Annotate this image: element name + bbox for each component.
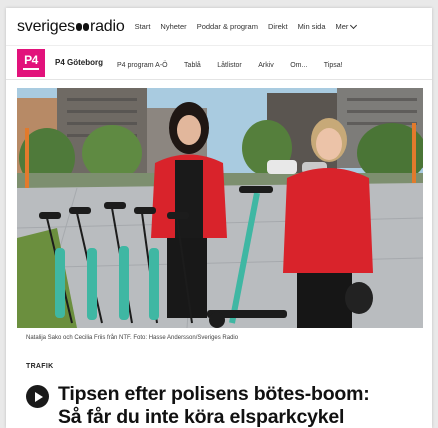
nav-more-label: Mer xyxy=(335,22,349,31)
p4-badge-line xyxy=(23,68,39,70)
channel-bar: P4 P4 Göteborg P4 program A-Ö Tablå Låtl… xyxy=(6,46,432,80)
article-headline: Tipsen efter polisens bötes-boom: Så får… xyxy=(58,383,370,428)
channel-nav-tabla[interactable]: Tablå xyxy=(184,62,201,69)
channel-nav: P4 program A-Ö Tablå Låtlistor Arkiv Om.… xyxy=(117,54,355,72)
channel-name[interactable]: P4 Göteborg xyxy=(55,58,103,67)
nav-poddar-program[interactable]: Poddar & program xyxy=(197,22,258,31)
logo-mark-icon xyxy=(75,22,89,32)
nav-start[interactable]: Start xyxy=(135,22,151,31)
chevron-down-icon xyxy=(350,21,358,29)
channel-nav-latlistor[interactable]: Låtlistor xyxy=(217,62,242,69)
logo-text-suffix: radio xyxy=(89,17,125,35)
channel-nav-om[interactable]: Om... xyxy=(290,62,307,69)
article-category[interactable]: TRAFIK xyxy=(26,363,53,370)
site-header: sveriges radio Start Nyheter Poddar & pr… xyxy=(6,8,432,46)
nav-more-button[interactable]: Mer xyxy=(335,21,358,31)
article-headline-block: Tipsen efter polisens bötes-boom: Så får… xyxy=(26,383,426,428)
channel-nav-arkiv[interactable]: Arkiv xyxy=(258,62,274,69)
channel-nav-program[interactable]: P4 program A-Ö xyxy=(117,62,168,69)
headline-line-2: Så får du inte köra elsparkcykel xyxy=(58,406,345,428)
nav-min-sida[interactable]: Min sida xyxy=(298,22,326,31)
p4-goteborg-logo[interactable]: P4 xyxy=(17,48,45,77)
p4-badge-text: P4 xyxy=(24,53,38,67)
photo-illustration xyxy=(17,88,423,328)
article-photo xyxy=(17,88,423,328)
photo-caption: Natalija Sako och Cecilia Friis från NTF… xyxy=(26,335,239,341)
logo-text-prefix: sveriges xyxy=(17,17,75,35)
nav-direkt[interactable]: Direkt xyxy=(268,22,288,31)
play-icon[interactable] xyxy=(26,385,49,408)
channel-nav-tipsa[interactable]: Tipsa! xyxy=(324,62,343,69)
article-page: sveriges radio Start Nyheter Poddar & pr… xyxy=(6,8,432,428)
headline-line-1: Tipsen efter polisens bötes-boom: xyxy=(58,383,370,405)
nav-nyheter[interactable]: Nyheter xyxy=(160,22,186,31)
main-nav: Start Nyheter Poddar & program Direkt Mi… xyxy=(135,21,422,31)
sverigesradio-logo[interactable]: sveriges radio xyxy=(17,18,125,36)
